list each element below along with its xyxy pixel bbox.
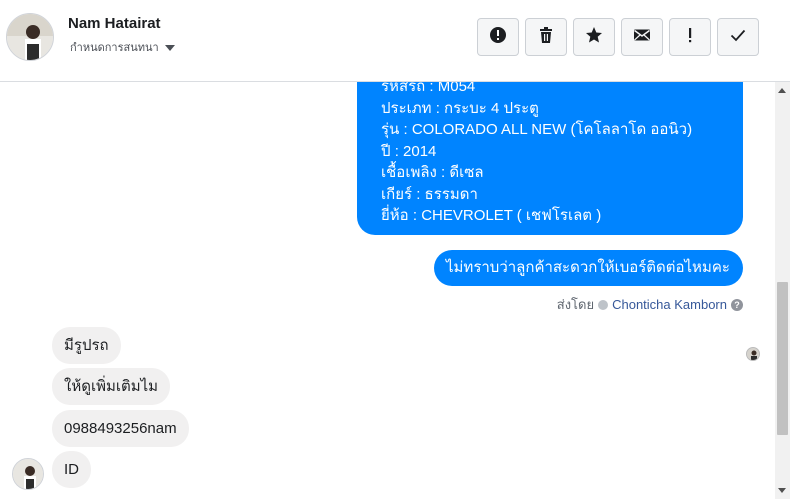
incoming-message: 0988493256nam (52, 410, 189, 447)
follow-up-button[interactable] (669, 18, 711, 56)
sent-by-label: ส่งโดย (556, 297, 595, 312)
scroll-down-arrow-icon[interactable] (778, 488, 786, 493)
thread-scrollbar[interactable] (775, 82, 790, 499)
sent-by-agent-link[interactable]: Chonticha Kamborn (612, 297, 727, 312)
assign-conversation-label: กำหนดการสนทนา (70, 42, 159, 54)
car-detail-line: ปี : 2014 (381, 142, 437, 160)
contact-name: Nam Hatairat (68, 15, 161, 32)
scrollbar-thumb[interactable] (777, 282, 788, 435)
car-detail-line: เกียร์ : ธรรมดา (381, 185, 478, 203)
conversation-toolbar (477, 18, 759, 56)
contact-avatar-small (12, 458, 44, 490)
car-detail-line: รหัสรถ : M054 (381, 82, 476, 95)
scroll-up-arrow-icon[interactable] (778, 88, 786, 93)
mark-unread-button[interactable] (621, 18, 663, 56)
chevron-down-icon (164, 44, 175, 51)
envelope-icon (633, 26, 651, 49)
checkmark-icon (729, 26, 747, 49)
car-detail-line: รุ่น : COLORADO ALL NEW (โคโลลาโด ออนิว) (381, 121, 693, 138)
mark-done-button[interactable] (717, 18, 759, 56)
exclamation-icon (681, 26, 699, 49)
car-detail-line: เชื้อเพลิง : ดีเซล (381, 164, 484, 181)
star-icon (585, 26, 603, 49)
car-detail-line: ยี่ห้อ : CHEVROLET ( เชฟโรเลต ) (381, 207, 602, 224)
incoming-message: ให้ดูเพิ่มเติมไม (52, 368, 171, 405)
trash-icon (537, 26, 555, 49)
assign-conversation-dropdown[interactable]: กำหนดการสนทนา (70, 38, 175, 56)
contact-avatar[interactable] (6, 13, 54, 61)
delete-button[interactable] (525, 18, 567, 56)
verified-icon (598, 299, 609, 310)
star-button[interactable] (573, 18, 615, 56)
help-icon[interactable]: ? (731, 298, 743, 311)
mark-spam-button[interactable] (477, 18, 519, 56)
incoming-message: ID (52, 451, 91, 488)
seen-indicator-avatar (746, 347, 760, 361)
outgoing-message-car-details: รหัสรถ : M054 ประเภท : กระบะ 4 ประตู รุ่… (357, 82, 743, 235)
message-thread[interactable]: รหัสรถ : M054 ประเภท : กระบะ 4 ประตู รุ่… (0, 82, 775, 499)
conversation-header: Nam Hatairat กำหนดการสนทนา (0, 0, 790, 82)
car-detail-line: ประเภท : กระบะ 4 ประตู (381, 99, 539, 117)
alert-circle-icon (489, 26, 507, 49)
incoming-message: มีรูปรถ (52, 327, 121, 364)
sent-by-info: ส่งโดย Chonticha Kamborn ? (557, 294, 743, 315)
outgoing-message-question: ไม่ทราบว่าลูกค้าสะดวกให้เบอร์ติดต่อไหมคะ (434, 250, 743, 286)
